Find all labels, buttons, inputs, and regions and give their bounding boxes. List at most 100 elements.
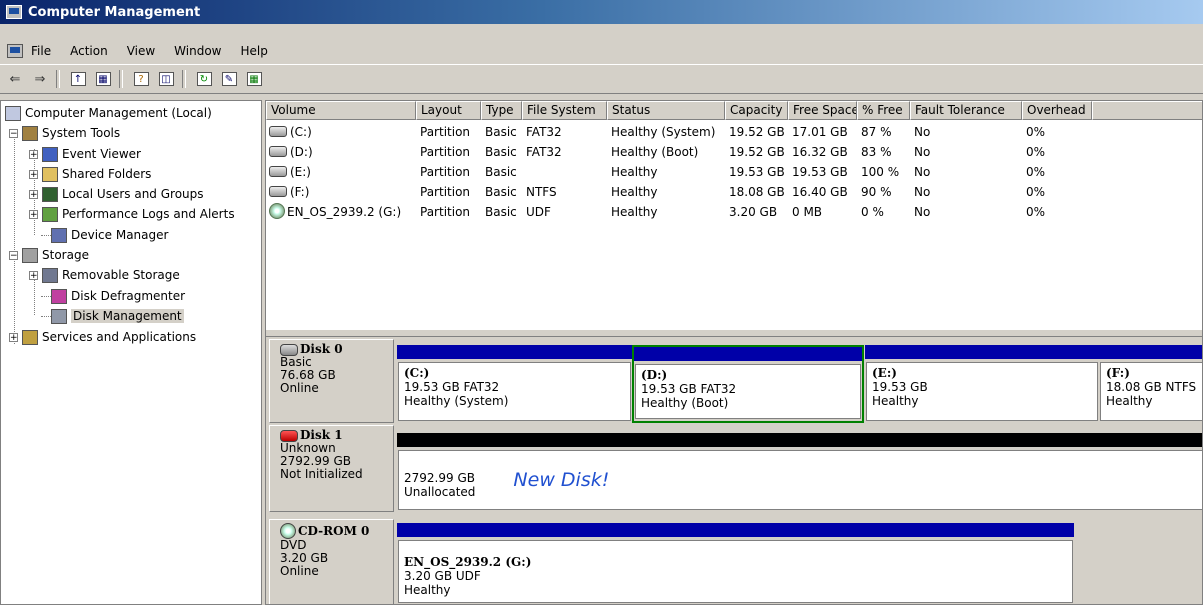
partition-label: (F:) [1106,366,1130,380]
defragmenter-icon [51,288,67,304]
menu-file[interactable]: File [31,44,51,58]
computer-icon [6,5,22,19]
system-menu-icon[interactable] [7,44,23,58]
table-row[interactable]: (D:) Partition Basic FAT32 Healthy (Boot) 19.… [266,142,1092,162]
cdrom-icon [280,523,296,539]
partition-c[interactable]: (C:) 19.53 GB FAT32 Healthy (System) [397,345,632,423]
tree-item-computer-management[interactable]: Computer Management (Local) [5,103,212,123]
partition-size: 19.53 GB FAT32 [404,380,500,394]
show-tree-icon[interactable]: ▦ [93,69,113,89]
cell-layout: Partition [420,165,471,179]
column-header-status[interactable]: Status [607,101,725,120]
disk-management-icon [51,308,67,324]
column-header-type[interactable]: Type [481,101,522,120]
column-header-layout[interactable]: Layout [416,101,481,120]
disk-info-disk0[interactable]: Disk 0 Basic 76.68 GB Online [269,339,394,423]
back-arrow-icon[interactable]: ⇐ [5,69,25,89]
tree-item-storage[interactable]: − Storage [9,245,89,265]
collapse-icon[interactable]: − [9,250,18,260]
disk-map: Disk 0 Basic 76.68 GB Online (C:) 19.53 … [266,337,1202,604]
expand-icon[interactable]: + [29,169,38,179]
tools-icon [22,125,38,141]
disk-icon [269,186,287,197]
cell-volume: (D:) [266,142,416,162]
cell-status: Healthy (System) [611,125,716,139]
column-header-file-system[interactable]: File System [522,101,607,120]
cell-overhead: 0% [1026,145,1046,159]
tree-item-system-tools[interactable]: − System Tools [9,123,120,143]
partition-status: Healthy (System) [404,394,509,408]
cell-type: Basic [485,165,517,179]
tree-item-removable-storage[interactable]: + Removable Storage [29,265,180,285]
pane-splitter[interactable] [266,329,1202,337]
cell-free-space: 16.32 GB [792,145,848,159]
cell-free-space: 17.01 GB [792,125,848,139]
cell-layout: Partition [420,205,471,219]
table-row[interactable]: (E:) Partition Basic Healthy 19.53 GB 19.53 G… [266,162,1092,182]
expand-icon[interactable]: + [29,189,38,199]
partition-f[interactable]: (F:) 18.08 GB NTFS Healthy [1099,345,1202,423]
partition-size: 3.20 GB UDF [404,569,481,583]
tree-item-device-manager[interactable]: Device Manager [51,225,168,245]
unallocated-bar [397,433,1202,447]
toolbar-separator [119,70,123,88]
storage-icon [22,247,38,263]
column-header-volume[interactable]: Volume [266,101,416,120]
users-icon [42,186,58,202]
column-header-free-space[interactable]: Free Space [788,101,857,120]
cell-capacity: 19.53 GB [729,165,785,179]
forward-arrow-icon[interactable]: ⇒ [30,69,50,89]
disk-info-disk1[interactable]: Disk 1 Unknown 2792.99 GB Not Initialize… [269,425,394,512]
column-header-fault-tolerance[interactable]: Fault Tolerance [910,101,1022,120]
tree-item-services-applications[interactable]: + Services and Applications [9,327,196,347]
column-header-percent-free[interactable]: % Free [857,101,910,120]
partition-g[interactable]: EN_OS_2939.2 (G:) 3.20 GB UDF Healthy [397,523,1074,604]
up-folder-icon[interactable]: ↑ [68,69,88,89]
expand-icon[interactable]: + [29,209,38,219]
disk-row-disk0: Disk 0 Basic 76.68 GB Online (C:) 19.53 … [266,339,1202,423]
partition-d[interactable]: (D:) 19.53 GB FAT32 Healthy (Boot) [632,345,864,423]
column-header-capacity[interactable]: Capacity [725,101,788,120]
expand-icon[interactable]: + [29,270,38,280]
disk-info-cdrom0[interactable]: CD-ROM 0 DVD 3.20 GB Online [269,519,394,604]
cell-volume: (F:) [266,182,416,202]
console-icon[interactable]: ◫ [156,69,176,89]
expand-icon[interactable]: + [9,332,18,342]
partition-e[interactable]: (E:) 19.53 GB Healthy [865,345,1099,423]
partition-size: 19.53 GB [872,380,928,394]
cell-file-system [522,162,607,182]
partition-unallocated[interactable]: 2792.99 GB Unallocated New Disk! [397,433,1202,512]
tree-item-performance-logs[interactable]: + Performance Logs and Alerts [29,204,235,224]
menu-action[interactable]: Action [70,44,108,58]
properties-icon[interactable]: ✎ [219,69,239,89]
tree-item-event-viewer[interactable]: + Event Viewer [29,144,141,164]
menu-help[interactable]: Help [241,44,268,58]
primary-partition-bar [397,523,1074,537]
table-row[interactable]: EN_OS_2939.2 (G:) Partition Basic UDF Health… [266,202,1092,222]
export-icon[interactable]: ▦ [244,69,264,89]
tree-item-shared-folders[interactable]: + Shared Folders [29,164,151,184]
menu-window[interactable]: Window [174,44,221,58]
expand-icon[interactable]: + [29,149,38,159]
disk-row-disk1: Disk 1 Unknown 2792.99 GB Not Initialize… [266,425,1202,512]
new-disk-annotation: New Disk! [513,469,610,491]
disk-state: Online [280,381,319,395]
tree-item-local-users[interactable]: + Local Users and Groups [29,184,204,204]
partition-size: 19.53 GB FAT32 [641,382,737,396]
disk-icon [280,343,298,356]
primary-partition-bar [865,345,1099,359]
tree-item-disk-defragmenter[interactable]: Disk Defragmenter [51,286,185,306]
disk-state: Not Initialized [280,467,363,481]
disk-row-cdrom0: CD-ROM 0 DVD 3.20 GB Online EN_OS_2939.2… [266,519,1202,604]
column-header-overhead[interactable]: Overhead [1022,101,1092,120]
table-row[interactable]: (F:) Partition Basic NTFS Healthy 18.08 GB 16.… [266,182,1092,202]
table-row[interactable]: (C:) Partition Basic FAT32 Healthy (System) 1… [266,122,1092,142]
cell-percent-free: 0 % [861,205,884,219]
menu-view[interactable]: View [127,44,155,58]
help-icon[interactable]: ? [131,69,151,89]
refresh-icon[interactable]: ↻ [194,69,214,89]
cell-percent-free: 100 % [861,165,900,179]
tree-item-disk-management[interactable]: Disk Management [51,306,184,326]
cell-layout: Partition [420,125,471,139]
collapse-icon[interactable]: − [9,128,18,138]
